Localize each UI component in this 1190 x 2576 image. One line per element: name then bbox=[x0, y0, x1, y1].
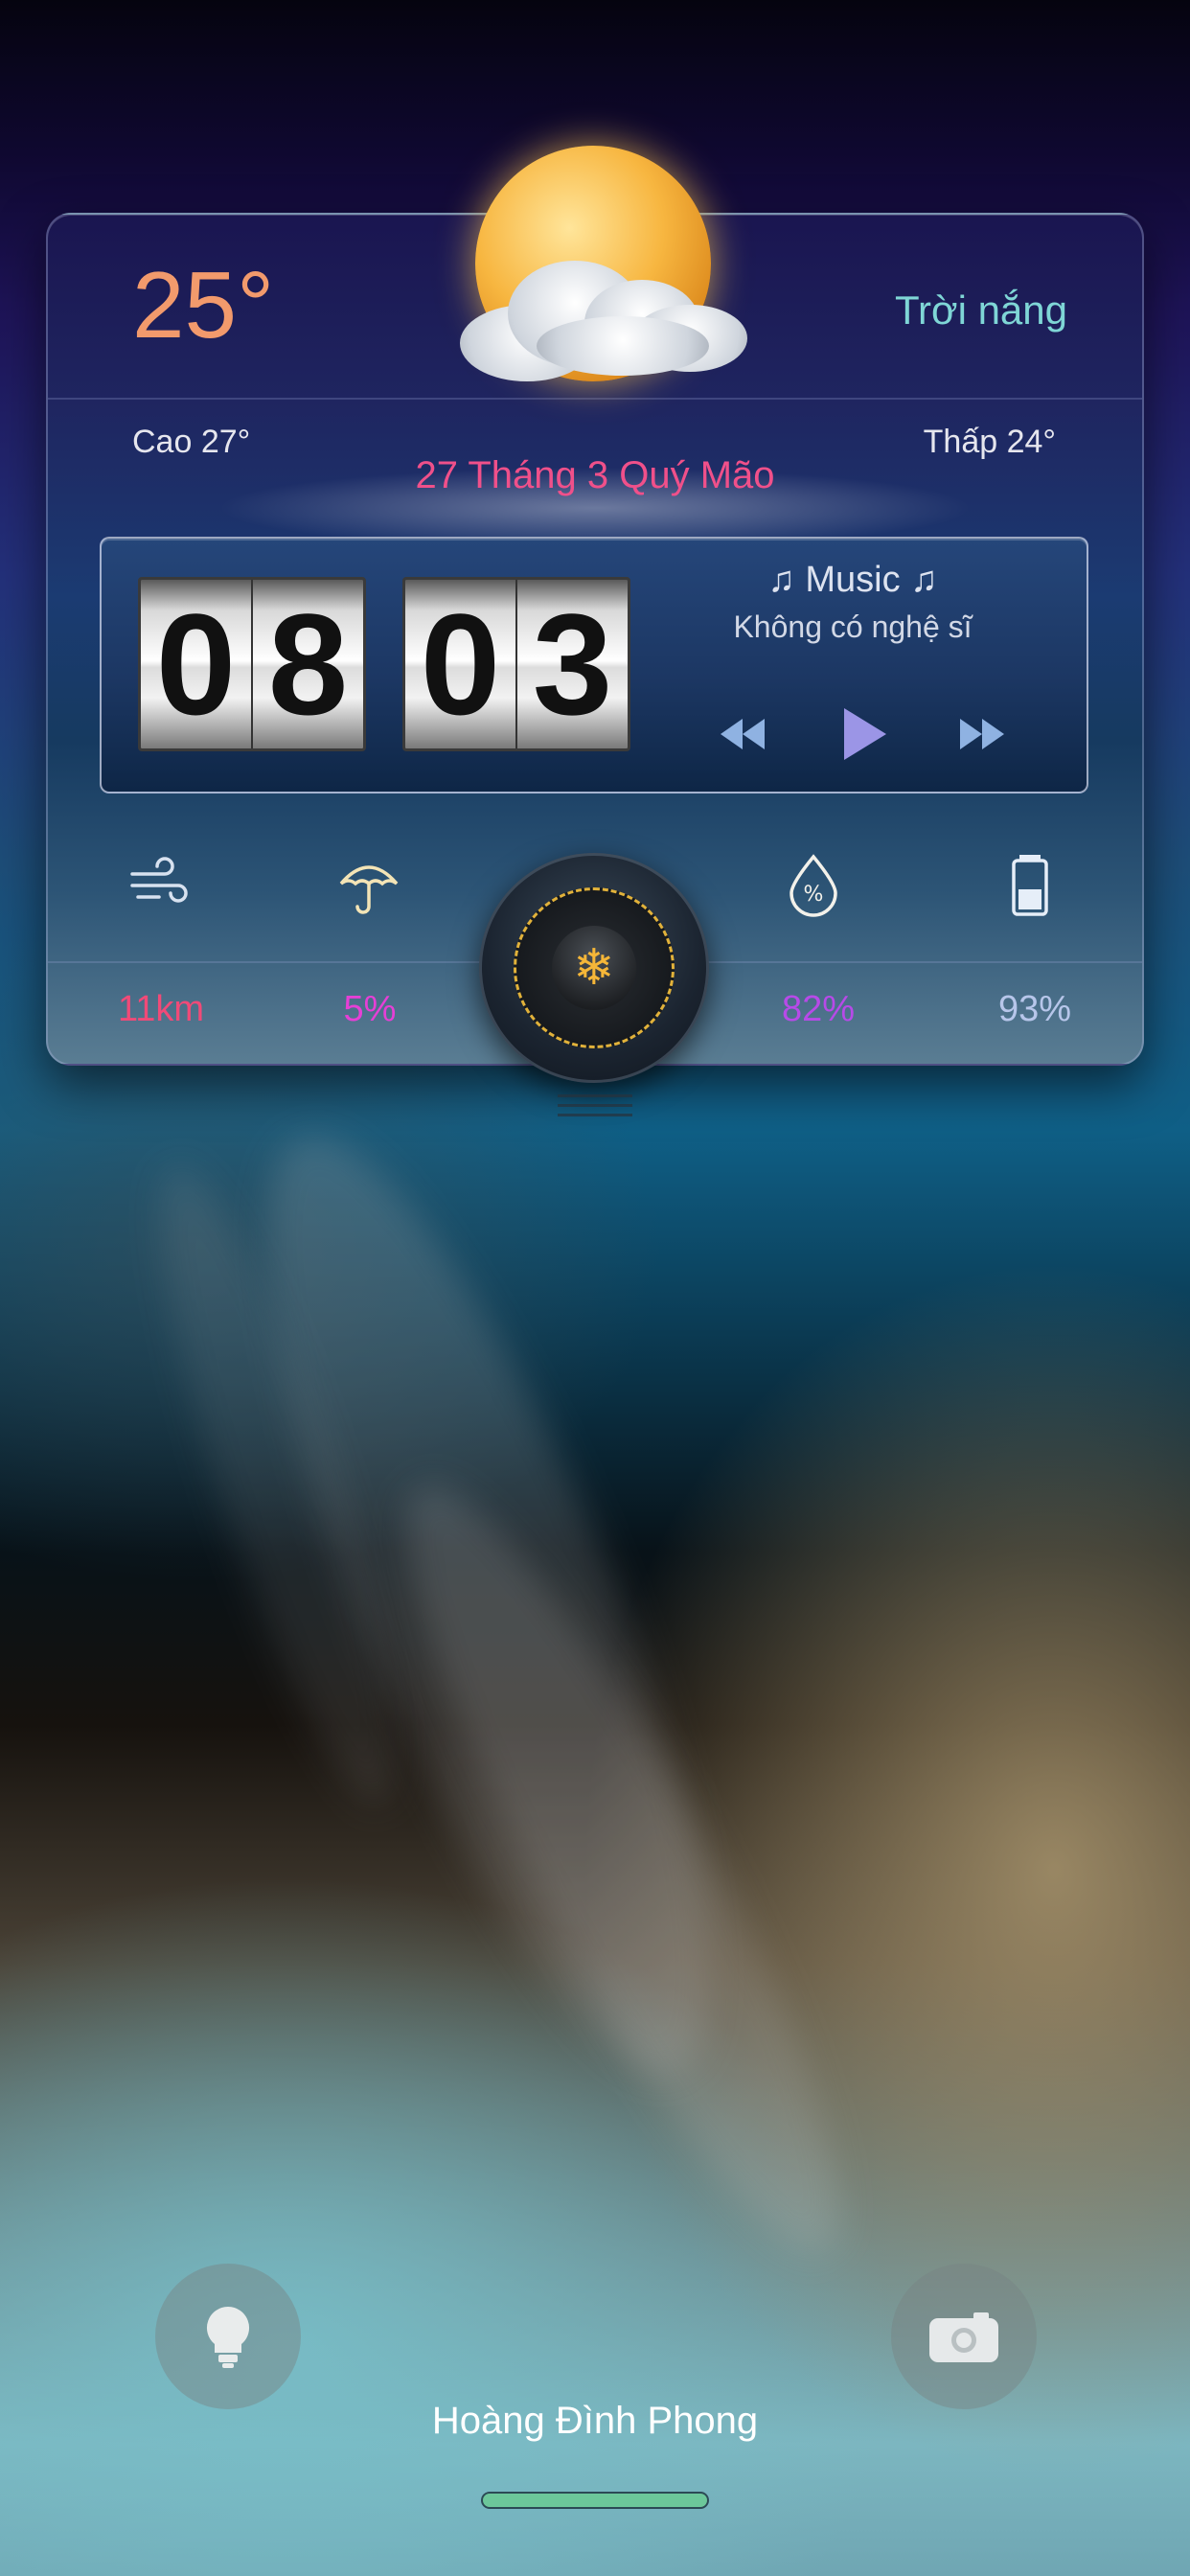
wind-icon bbox=[130, 857, 188, 903]
music-artist: Không có nghệ sĩ bbox=[733, 610, 973, 644]
weather-condition: Trời nắng bbox=[894, 288, 1067, 333]
humidity-value: 82% bbox=[781, 989, 856, 1029]
hour-digit: 0 bbox=[141, 580, 253, 748]
rain-chance-value: 5% bbox=[343, 989, 397, 1029]
humidity-drop-icon: % bbox=[790, 854, 837, 917]
owner-name: Hoàng Đình Phong bbox=[431, 2400, 759, 2442]
lunar-date: 27 Tháng 3 Quý Mão bbox=[415, 454, 775, 496]
knob-grip-line bbox=[558, 1094, 632, 1097]
background-smoke bbox=[344, 1447, 902, 2290]
rewind-button[interactable] bbox=[709, 705, 776, 763]
minute-digit: 3 bbox=[517, 580, 628, 748]
hour-digit: 8 bbox=[253, 580, 363, 748]
umbrella-icon bbox=[339, 865, 399, 914]
music-title: ♫ Music ♫ bbox=[767, 560, 938, 600]
knob-grip-line bbox=[558, 1114, 632, 1116]
current-temperature: 25° bbox=[132, 252, 275, 357]
camera-icon bbox=[929, 2312, 998, 2362]
battery-value: 93% bbox=[997, 989, 1072, 1029]
fast-forward-button[interactable] bbox=[949, 705, 1016, 763]
wind-value: 11km bbox=[117, 989, 205, 1029]
camera-button[interactable] bbox=[891, 2264, 1037, 2409]
panel-divider bbox=[48, 398, 1142, 400]
play-button[interactable] bbox=[830, 705, 897, 763]
knob-grip-line bbox=[558, 1104, 632, 1107]
home-indicator[interactable] bbox=[481, 2492, 709, 2509]
play-icon bbox=[844, 708, 886, 760]
flashlight-button[interactable] bbox=[155, 2264, 301, 2409]
minute-flip-clock: 0 3 bbox=[402, 577, 630, 751]
rewind-icon bbox=[721, 719, 765, 749]
flashlight-icon bbox=[206, 2307, 250, 2368]
fast-forward-icon bbox=[960, 719, 1004, 749]
svg-text:%: % bbox=[804, 883, 824, 907]
hour-flip-clock: 0 8 bbox=[138, 577, 366, 751]
minute-digit: 0 bbox=[405, 580, 517, 748]
snowflake-icon: ❄ bbox=[552, 926, 636, 1010]
battery-icon bbox=[1012, 855, 1048, 916]
